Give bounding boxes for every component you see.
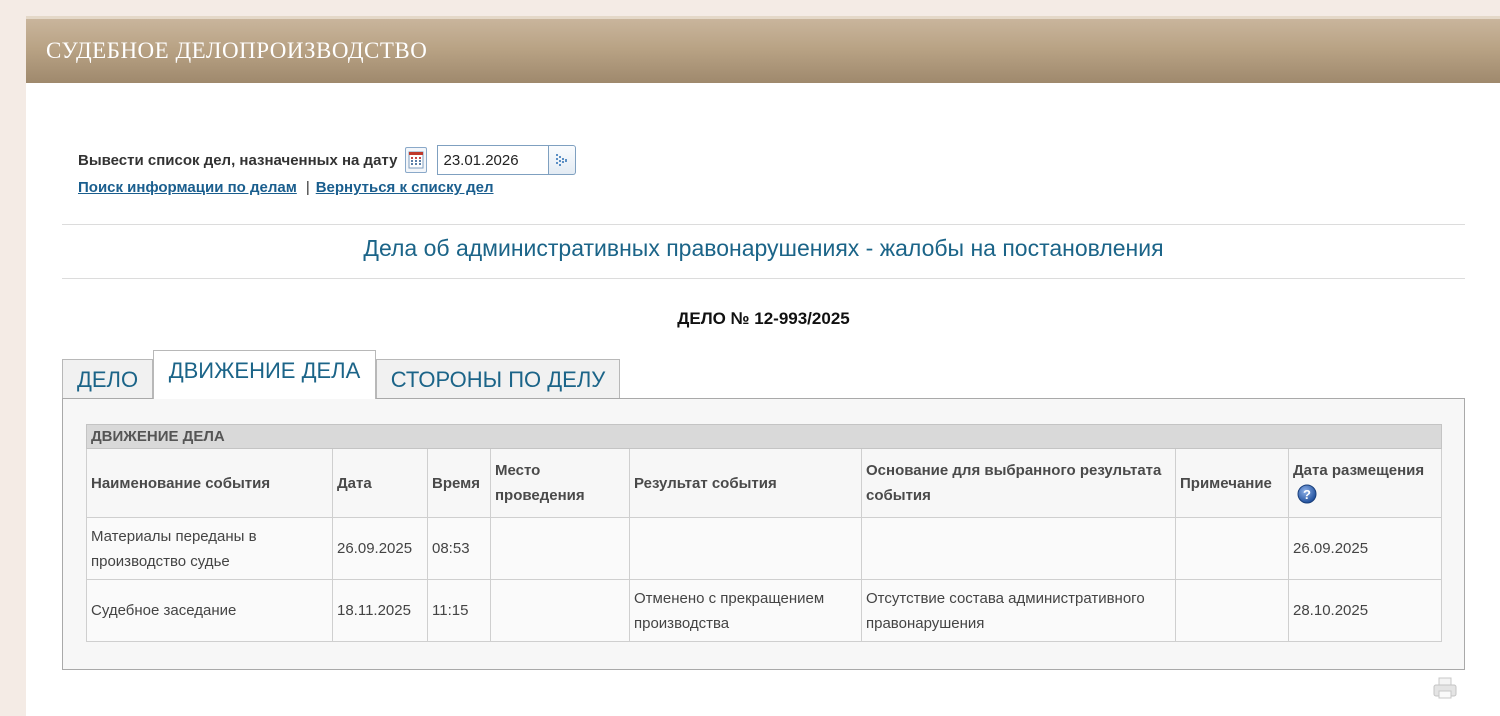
column-header-with-help: Дата размещения? <box>1287 448 1443 518</box>
tab-label: ДВИЖЕНИЕ ДЕЛА <box>168 358 361 383</box>
table-row: Судебное заседание 18.11.2025 11:15 Отме… <box>86 579 1443 642</box>
back-to-list-link[interactable]: Вернуться к списку дел <box>316 179 494 196</box>
date-filter-row: Вывести список дел, назначенных на дату <box>78 144 577 176</box>
svg-text:?: ? <box>1303 487 1311 502</box>
tab-case-movement[interactable]: ДВИЖЕНИЕ ДЕЛА <box>153 350 376 399</box>
date-input[interactable] <box>437 145 550 175</box>
table-row: Материалы переданы в производство судье … <box>86 517 1443 580</box>
events-table: ДВИЖЕНИЕ ДЕЛА Наименование события Дата … <box>85 424 1443 642</box>
table-cell: 08:53 <box>427 517 491 580</box>
column-header: Наименование события <box>86 448 333 518</box>
help-icon[interactable]: ? <box>1297 484 1317 504</box>
table-cell: 26.09.2025 <box>1287 517 1443 580</box>
table-cell <box>861 517 1176 580</box>
date-filter-label: Вывести список дел, назначенных на дату <box>78 151 398 169</box>
header-title: СУДЕБНОЕ ДЕЛОПРОИЗВОДСТВО <box>46 38 428 63</box>
table-caption-row: ДВИЖЕНИЕ ДЕЛА <box>85 424 1443 449</box>
table-cell: Отсутствие состава административного пра… <box>861 579 1176 642</box>
divider-bottom <box>62 278 1465 279</box>
divider-top <box>62 224 1465 225</box>
table-cell <box>629 517 862 580</box>
category-title: Дела об административных правонарушениях… <box>363 235 1164 261</box>
table-cell: 18.11.2025 <box>332 579 428 642</box>
tab-panel: ДВИЖЕНИЕ ДЕЛА Наименование события Дата … <box>62 398 1465 670</box>
table-caption: ДВИЖЕНИЕ ДЕЛА <box>85 424 1443 449</box>
table-cell: 28.10.2025 <box>1287 579 1443 642</box>
table-cell <box>490 579 630 642</box>
column-header: Место проведения <box>490 448 630 518</box>
column-header: Основание для выбранного результата собы… <box>861 448 1176 518</box>
tab-parties[interactable]: СТОРОНЫ ПО ДЕЛУ <box>376 359 620 399</box>
print-icon[interactable] <box>1432 677 1458 704</box>
table-cell: 26.09.2025 <box>332 517 428 580</box>
column-header: Результат события <box>629 448 862 518</box>
table-header-row: Наименование события Дата Время Место пр… <box>86 448 1443 518</box>
table-cell: 11:15 <box>427 579 491 642</box>
site-header: СУДЕБНОЕ ДЕЛОПРОИЗВОДСТВО <box>26 16 1500 83</box>
column-header: Время <box>427 448 491 518</box>
case-number: ДЕЛО № 12-993/2025 <box>677 309 850 328</box>
table-cell <box>1175 517 1289 580</box>
calendar-icon[interactable] <box>405 147 428 173</box>
tab-case[interactable]: ДЕЛО <box>62 359 153 399</box>
tab-label: СТОРОНЫ ПО ДЕЛУ <box>390 366 606 392</box>
column-header: Дата размещения <box>1293 462 1425 479</box>
table-cell <box>490 517 630 580</box>
table-cell: Материалы переданы в производство судье <box>86 517 333 580</box>
table-cell <box>1175 579 1289 642</box>
arrow-go-icon[interactable] <box>549 145 577 175</box>
page: СУДЕБНОЕ ДЕЛОПРОИЗВОДСТВО Вывести список… <box>26 16 1500 716</box>
tab-label: ДЕЛО <box>76 366 139 392</box>
column-header: Дата <box>332 448 428 518</box>
search-cases-link[interactable]: Поиск информации по делам <box>78 179 297 196</box>
column-header: Примечание <box>1175 448 1289 518</box>
table-cell: Отменено с прекращением производства <box>629 579 862 642</box>
link-separator: | <box>305 179 310 196</box>
table-cell: Судебное заседание <box>86 579 333 642</box>
nav-links: Поиск информации по делам | Вернуться к сп… <box>78 179 494 196</box>
